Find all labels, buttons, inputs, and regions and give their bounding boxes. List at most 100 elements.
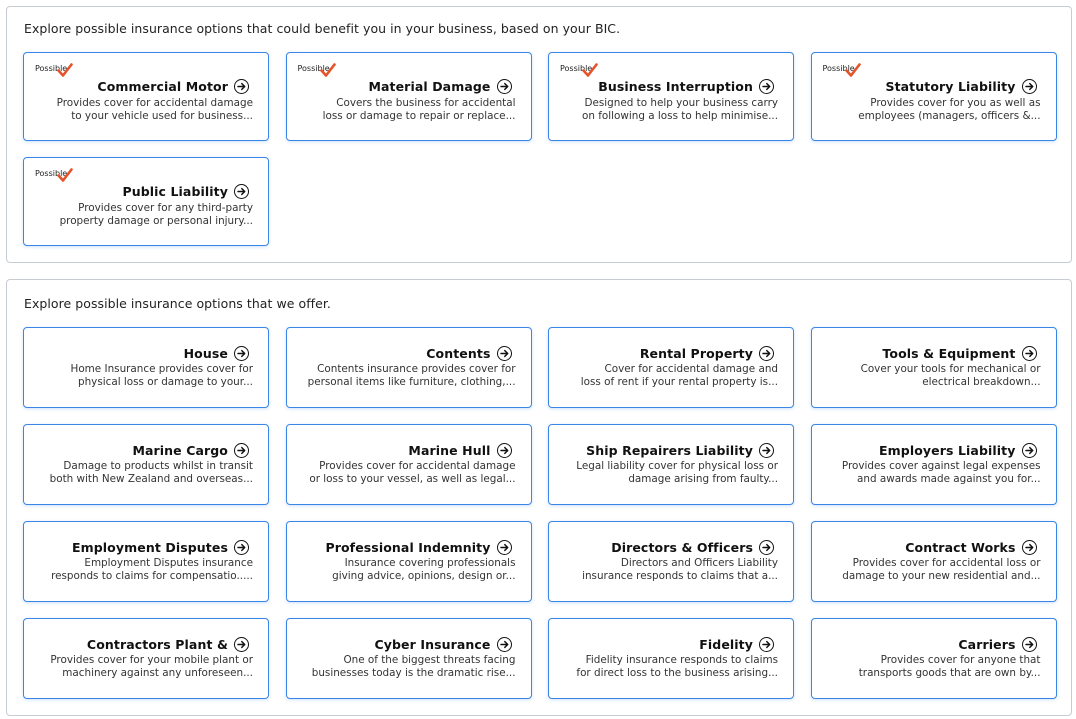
- card-description: Provides cover for anyone that transports…: [827, 654, 1041, 680]
- card-title: Directors & Officers: [611, 540, 753, 555]
- checkmark-icon: [582, 63, 598, 77]
- card-title: Contractors Plant &: [86, 637, 228, 652]
- card-fidelity[interactable]: Fidelity Fidelity insurance responds to c…: [548, 618, 794, 699]
- card-marine-hull[interactable]: Marine Hull Provides cover for accidental…: [285, 424, 532, 505]
- card-carriers[interactable]: Carriers Provides cover for anyone that tr…: [810, 618, 1057, 699]
- card-title: Employment Disputes: [71, 540, 228, 555]
- card-description-line: loss of rent if your rental property is.…: [580, 376, 778, 388]
- arrow-right-circle-icon[interactable]: [759, 346, 774, 361]
- arrow-right-circle-icon[interactable]: [1021, 346, 1037, 361]
- card-description-line: or loss to your vessel, as well as legal…: [309, 473, 516, 485]
- arrow-right-circle-icon[interactable]: [234, 540, 249, 555]
- card-rental-property[interactable]: Rental Property Cover for accidental dama…: [548, 327, 794, 408]
- arrow-right-circle-icon[interactable]: [234, 443, 249, 458]
- card-title: Ship Repairers Liability: [586, 443, 753, 458]
- card-tools-and-equipment[interactable]: Tools & Equipment Cover your tools for me…: [810, 327, 1057, 408]
- arrow-right-circle-icon[interactable]: [759, 540, 774, 555]
- arrow-right-circle-icon[interactable]: [496, 346, 512, 361]
- card-directors-and-officers[interactable]: Directors & Officers Directors and Office…: [548, 521, 794, 602]
- card-description: Employment Disputes insurance responds to…: [39, 557, 253, 583]
- bic-options-panel: Explore possible insurance options that …: [6, 6, 1072, 263]
- card-description: Fidelity insurance responds to claims for…: [564, 654, 778, 680]
- arrow-right-circle-icon[interactable]: [496, 79, 512, 94]
- card-description-line: personal items like furniture, clothing,…: [307, 376, 516, 388]
- card-statutory-liability[interactable]: Possible Statutory Liability Provides cove…: [810, 52, 1057, 141]
- card-description-line: Provides cover against legal expenses: [841, 460, 1041, 472]
- card-title: Professional Indemnity: [325, 540, 491, 555]
- arrow-right-circle-icon[interactable]: [234, 637, 249, 652]
- checkmark-icon: [319, 63, 336, 77]
- card-professional-indemnity[interactable]: Professional Indemnity Insurance covering…: [285, 521, 532, 602]
- card-description: Designed to help your business carry on f…: [564, 97, 778, 123]
- card-description: Cover your tools for mechanical or electr…: [827, 363, 1041, 389]
- arrow-right-circle-icon[interactable]: [1021, 540, 1037, 555]
- card-title: Carriers: [958, 637, 1016, 652]
- card-description-line: Home Insurance provides cover for: [70, 363, 253, 375]
- card-marine-cargo[interactable]: Marine Cargo Damage to products whilst in…: [23, 424, 269, 505]
- card-description-line: Designed to help your business carry: [584, 97, 778, 109]
- card-commercial-motor[interactable]: Possible Commercial Motor Provides cover f…: [23, 52, 269, 141]
- card-ship-repairers-liability[interactable]: Ship Repairers Liability Legal liability …: [548, 424, 794, 505]
- checkmark-icon: [844, 63, 861, 77]
- arrow-right-circle-icon[interactable]: [496, 443, 512, 458]
- card-title: Fidelity: [699, 637, 753, 652]
- card-contents[interactable]: Contents Contents insurance provides cove…: [285, 327, 532, 408]
- card-title: Material Damage: [368, 79, 491, 94]
- arrow-right-circle-icon[interactable]: [234, 184, 249, 199]
- card-description: Provides cover for accidental damage to y…: [39, 97, 253, 123]
- card-description: Provides cover for accidental loss or dam…: [827, 557, 1041, 583]
- card-description: Provides cover against legal expenses and…: [827, 460, 1041, 486]
- card-material-damage[interactable]: Possible Material Damage Covers the busine…: [285, 52, 532, 141]
- card-description-line: Cover for accidental damage and: [604, 363, 779, 375]
- card-contract-works[interactable]: Contract Works Provides cover for acciden…: [810, 521, 1057, 602]
- card-description-line: damage to your new residential and...: [842, 570, 1041, 582]
- card-public-liability[interactable]: Possible Public Liability Provides cover f…: [23, 157, 269, 246]
- arrow-right-circle-icon[interactable]: [759, 637, 774, 652]
- arrow-right-circle-icon[interactable]: [234, 79, 249, 94]
- arrow-right-circle-icon[interactable]: [1021, 637, 1037, 652]
- arrow-right-circle-icon[interactable]: [759, 79, 774, 94]
- arrow-right-circle-icon[interactable]: [1021, 443, 1037, 458]
- arrow-right-circle-icon[interactable]: [496, 637, 512, 652]
- card-description-line: Employment Disputes insurance: [84, 557, 253, 569]
- arrow-right-circle-icon[interactable]: [496, 540, 512, 555]
- card-description-line: giving advice, opinions, design or...: [332, 570, 516, 582]
- card-title: Business Interruption: [598, 79, 753, 94]
- card-house[interactable]: House Home Insurance provides cover for ph…: [23, 327, 269, 408]
- card-description: Damage to products whilst in transit both…: [39, 460, 253, 486]
- card-contractors-plant-and[interactable]: Contractors Plant & Provides cover for yo…: [23, 618, 269, 699]
- card-description-line: Damage to products whilst in transit: [63, 460, 253, 472]
- card-title: Tools & Equipment: [882, 346, 1016, 361]
- card-description-line: Insurance covering professionals: [344, 557, 516, 569]
- offer-options-panel: Explore possible insurance options that …: [6, 279, 1072, 716]
- card-business-interruption[interactable]: Possible Business Interruption Designed to…: [548, 52, 794, 141]
- card-employment-disputes[interactable]: Employment Disputes Employment Disputes i…: [23, 521, 269, 602]
- arrow-right-circle-icon[interactable]: [759, 443, 774, 458]
- card-description-line: Provides cover for anyone that: [880, 654, 1041, 666]
- card-description-line: Provides cover for accidental loss or: [852, 557, 1041, 569]
- card-description: Directors and Officers Liability insuranc…: [564, 557, 778, 583]
- card-description-line: machinery against any unforeseen...: [62, 667, 253, 679]
- arrow-right-circle-icon[interactable]: [1021, 79, 1037, 94]
- card-title: Marine Hull: [408, 443, 491, 458]
- card-description-line: Provides cover for accidental damage: [56, 97, 253, 109]
- card-description-line: physical loss or damage to your...: [77, 376, 253, 388]
- card-description-line: transports goods that are own by...: [858, 667, 1041, 679]
- card-description-line: One of the biggest threats facing: [343, 654, 516, 666]
- card-description-line: insurance responds to claims that a...: [582, 570, 778, 582]
- offer-section-heading: Explore possible insurance options that …: [24, 296, 331, 311]
- card-description: Provides cover for accidental damage or l…: [302, 460, 516, 486]
- card-employers-liability[interactable]: Employers Liability Provides cover agains…: [810, 424, 1057, 505]
- card-description: Insurance covering professionals giving a…: [302, 557, 516, 583]
- card-description: Legal liability cover for physical loss …: [564, 460, 778, 486]
- card-title: Public Liability: [122, 184, 228, 199]
- card-description-line: Provides cover for you as well as: [870, 97, 1041, 109]
- bic-section-heading: Explore possible insurance options that …: [24, 21, 621, 36]
- card-title: Marine Cargo: [132, 443, 228, 458]
- card-description-line: responds to claims for compensatio.....: [51, 570, 253, 582]
- card-description-line: Contents insurance provides cover for: [317, 363, 516, 375]
- card-description-line: Cover your tools for mechanical or: [860, 363, 1041, 375]
- card-cyber-insurance[interactable]: Cyber Insurance One of the biggest threat…: [285, 618, 532, 699]
- card-description-line: Provides cover for any third-party: [78, 202, 253, 214]
- arrow-right-circle-icon[interactable]: [234, 346, 249, 361]
